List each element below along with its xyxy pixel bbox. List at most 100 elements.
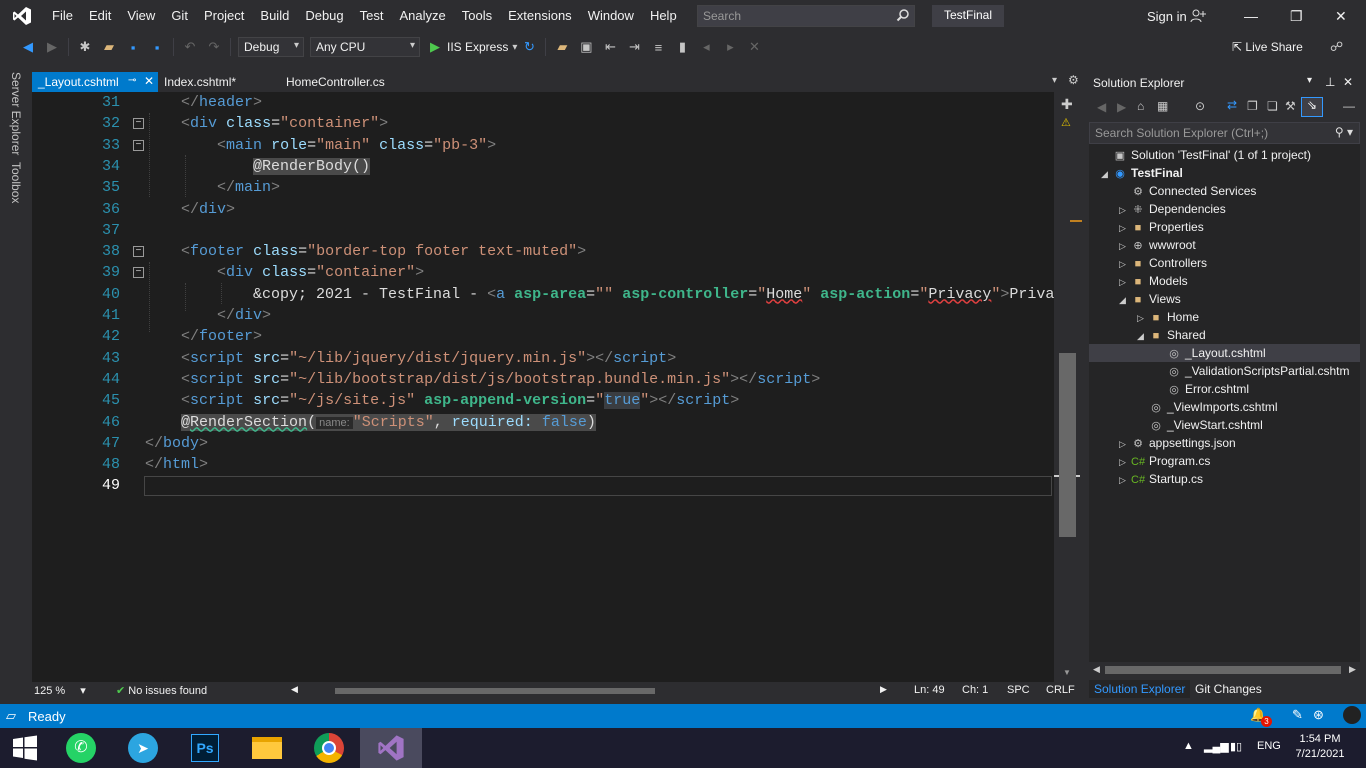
code-line[interactable]: 39 − <div class="container">: [32, 262, 1054, 283]
pin-panel-icon[interactable]: ⊥: [1325, 75, 1335, 89]
windows-start-icon[interactable]: [0, 728, 50, 768]
tree-item[interactable]: ▷ ■ Properties: [1089, 218, 1360, 236]
expanded-arrow-icon[interactable]: ◢: [1137, 327, 1149, 345]
code-line[interactable]: 44 <script src="~/lib/bootstrap/dist/js/…: [32, 369, 1054, 390]
code-line[interactable]: 31 </header>: [32, 92, 1054, 113]
scroll-left-icon[interactable]: ◀: [291, 684, 298, 695]
tab-git-changes[interactable]: Git Changes: [1190, 680, 1267, 698]
sync-icon[interactable]: ⇄: [1227, 98, 1237, 112]
run-target-label[interactable]: IIS Express: [447, 40, 508, 54]
code-line[interactable]: 33 − <main role="main" class="pb-3">: [32, 135, 1054, 156]
tree-item[interactable]: ▷ ⊕ wwwroot: [1089, 236, 1360, 254]
live-share-button[interactable]: ⇱ Live Share: [1232, 40, 1303, 54]
toolbox-tab[interactable]: Toolbox: [9, 162, 23, 203]
code-line[interactable]: 36 </div>: [32, 199, 1054, 220]
code-line[interactable]: 46 @RenderSection( name: "Scripts", requ…: [32, 412, 1054, 433]
tree-item[interactable]: ⚙ Connected Services: [1089, 182, 1360, 200]
new-project-icon[interactable]: ✱: [75, 37, 95, 57]
issues-indicator[interactable]: ✔ No issues found: [116, 684, 207, 697]
tray-chevron-icon[interactable]: ▲: [1183, 740, 1194, 752]
tree-item[interactable]: ◎ _Layout.cshtml: [1089, 344, 1360, 362]
menu-test[interactable]: Test: [352, 0, 392, 32]
telegram-icon[interactable]: ➤: [112, 728, 174, 768]
clock[interactable]: 1:54 PM 7/21/2021: [1290, 733, 1350, 760]
visual-studio-taskbar-icon[interactable]: [360, 728, 422, 768]
tab-index-cshtml[interactable]: Index.cshtml*: [158, 72, 242, 92]
code-line[interactable]: 47 </body>: [32, 433, 1054, 454]
se-horizontal-scrollbar[interactable]: ◀ ▶: [1089, 662, 1360, 678]
network-icon[interactable]: ▂▄▆: [1204, 740, 1229, 753]
panel-dropdown-icon[interactable]: ▾: [1307, 75, 1312, 86]
menu-window[interactable]: Window: [580, 0, 642, 32]
se-forward-icon[interactable]: ▶: [1117, 100, 1126, 114]
undo-icon[interactable]: ↶: [180, 37, 200, 57]
menu-file[interactable]: File: [44, 0, 81, 32]
account-avatar[interactable]: [1343, 706, 1361, 724]
menu-edit[interactable]: Edit: [81, 0, 119, 32]
forward-icon[interactable]: ▶: [42, 37, 62, 57]
code-line[interactable]: 41 </div>: [32, 305, 1054, 326]
menu-view[interactable]: View: [119, 0, 163, 32]
menu-git[interactable]: Git: [163, 0, 196, 32]
add-account-icon[interactable]: [1190, 8, 1206, 27]
pending-changes-icon[interactable]: ⊙: [1195, 99, 1205, 113]
server-explorer-tab[interactable]: Server Explorer: [9, 72, 23, 155]
collapsed-arrow-icon[interactable]: ▷: [1119, 237, 1131, 255]
collapse-icon[interactable]: −: [133, 139, 144, 151]
collapse-all-icon[interactable]: ❐: [1247, 99, 1258, 113]
language-indicator[interactable]: ENG: [1257, 740, 1281, 752]
menu-build[interactable]: Build: [252, 0, 297, 32]
comment-icon[interactable]: ⇤: [600, 37, 620, 57]
uncomment-icon[interactable]: ⇥: [624, 37, 644, 57]
menu-debug[interactable]: Debug: [297, 0, 351, 32]
refresh-icon[interactable]: ↻: [519, 37, 539, 57]
line-ending[interactable]: CRLF: [1046, 684, 1075, 696]
tab-layout-cshtml[interactable]: _Layout.cshtml ⊸ ✕: [32, 72, 158, 92]
menu-help[interactable]: Help: [642, 0, 685, 32]
output-icon[interactable]: ▱: [6, 708, 16, 724]
menu-extensions[interactable]: Extensions: [500, 0, 580, 32]
code-line[interactable]: 38 − <footer class="border-top footer tex…: [32, 241, 1054, 262]
feedback-icon[interactable]: ☍: [1330, 39, 1343, 55]
download-icon[interactable]: ⊛: [1313, 707, 1324, 723]
tree-item[interactable]: ◎ Error.cshtml: [1089, 380, 1360, 398]
collapse-icon[interactable]: −: [133, 246, 144, 258]
battery-icon[interactable]: ▮▯: [1230, 740, 1242, 753]
tab-dropdown-icon[interactable]: ▾: [1052, 75, 1057, 86]
close-panel-icon[interactable]: ✕: [1343, 75, 1353, 89]
switch-views-icon[interactable]: ▦: [1157, 99, 1168, 113]
code-line[interactable]: 48 </html>: [32, 454, 1054, 475]
code-editor[interactable]: 31 </header> 32− <div class="container"> 3…: [32, 92, 1054, 682]
run-icon[interactable]: ▶: [425, 37, 445, 57]
whatsapp-icon[interactable]: ✆: [50, 728, 112, 768]
prev-bookmark-icon[interactable]: ◂: [696, 37, 716, 57]
pin-icon[interactable]: ⊸: [128, 75, 136, 86]
expanded-arrow-icon[interactable]: ◢: [1101, 165, 1113, 183]
horizontal-scroll-thumb[interactable]: [335, 688, 655, 694]
save-icon[interactable]: ▪: [123, 37, 143, 57]
bookmark-icon[interactable]: ▮: [672, 37, 692, 57]
visual-studio-logo-icon[interactable]: [0, 0, 44, 32]
tree-item[interactable]: ▷ ■ Home: [1089, 308, 1360, 326]
restore-button[interactable]: ❐: [1290, 8, 1303, 25]
collapsed-arrow-icon[interactable]: ▷: [1119, 273, 1131, 291]
tree-item[interactable]: ▷ ■ Models: [1089, 272, 1360, 290]
minimize-button[interactable]: —: [1244, 8, 1258, 24]
tree-item[interactable]: ◎ _ViewStart.cshtml: [1089, 416, 1360, 434]
tree-item[interactable]: ▷ ⁜ Dependencies: [1089, 200, 1360, 218]
browser-link-icon[interactable]: ▣: [576, 37, 596, 57]
collapsed-arrow-icon[interactable]: ▷: [1119, 255, 1131, 273]
file-explorer-icon[interactable]: [236, 728, 298, 768]
tree-item[interactable]: ◢ ◉ TestFinal: [1089, 164, 1360, 182]
code-line[interactable]: 42 </footer>: [32, 326, 1054, 347]
configuration-dropdown[interactable]: Debug: [238, 37, 304, 57]
scroll-right-icon[interactable]: ▶: [880, 684, 887, 695]
code-line[interactable]: 45 <script src="~/js/site.js" asp-append…: [32, 390, 1054, 411]
close-tab-icon[interactable]: ✕: [144, 74, 154, 88]
format-icon[interactable]: ≡: [648, 37, 668, 57]
tree-item[interactable]: ▣ Solution 'TestFinal' (1 of 1 project): [1089, 146, 1360, 164]
se-back-icon[interactable]: ◀: [1097, 100, 1106, 114]
chrome-icon[interactable]: [298, 728, 360, 768]
tree-item[interactable]: ◢ ■ Views: [1089, 290, 1360, 308]
collapsed-arrow-icon[interactable]: ▷: [1119, 435, 1131, 453]
